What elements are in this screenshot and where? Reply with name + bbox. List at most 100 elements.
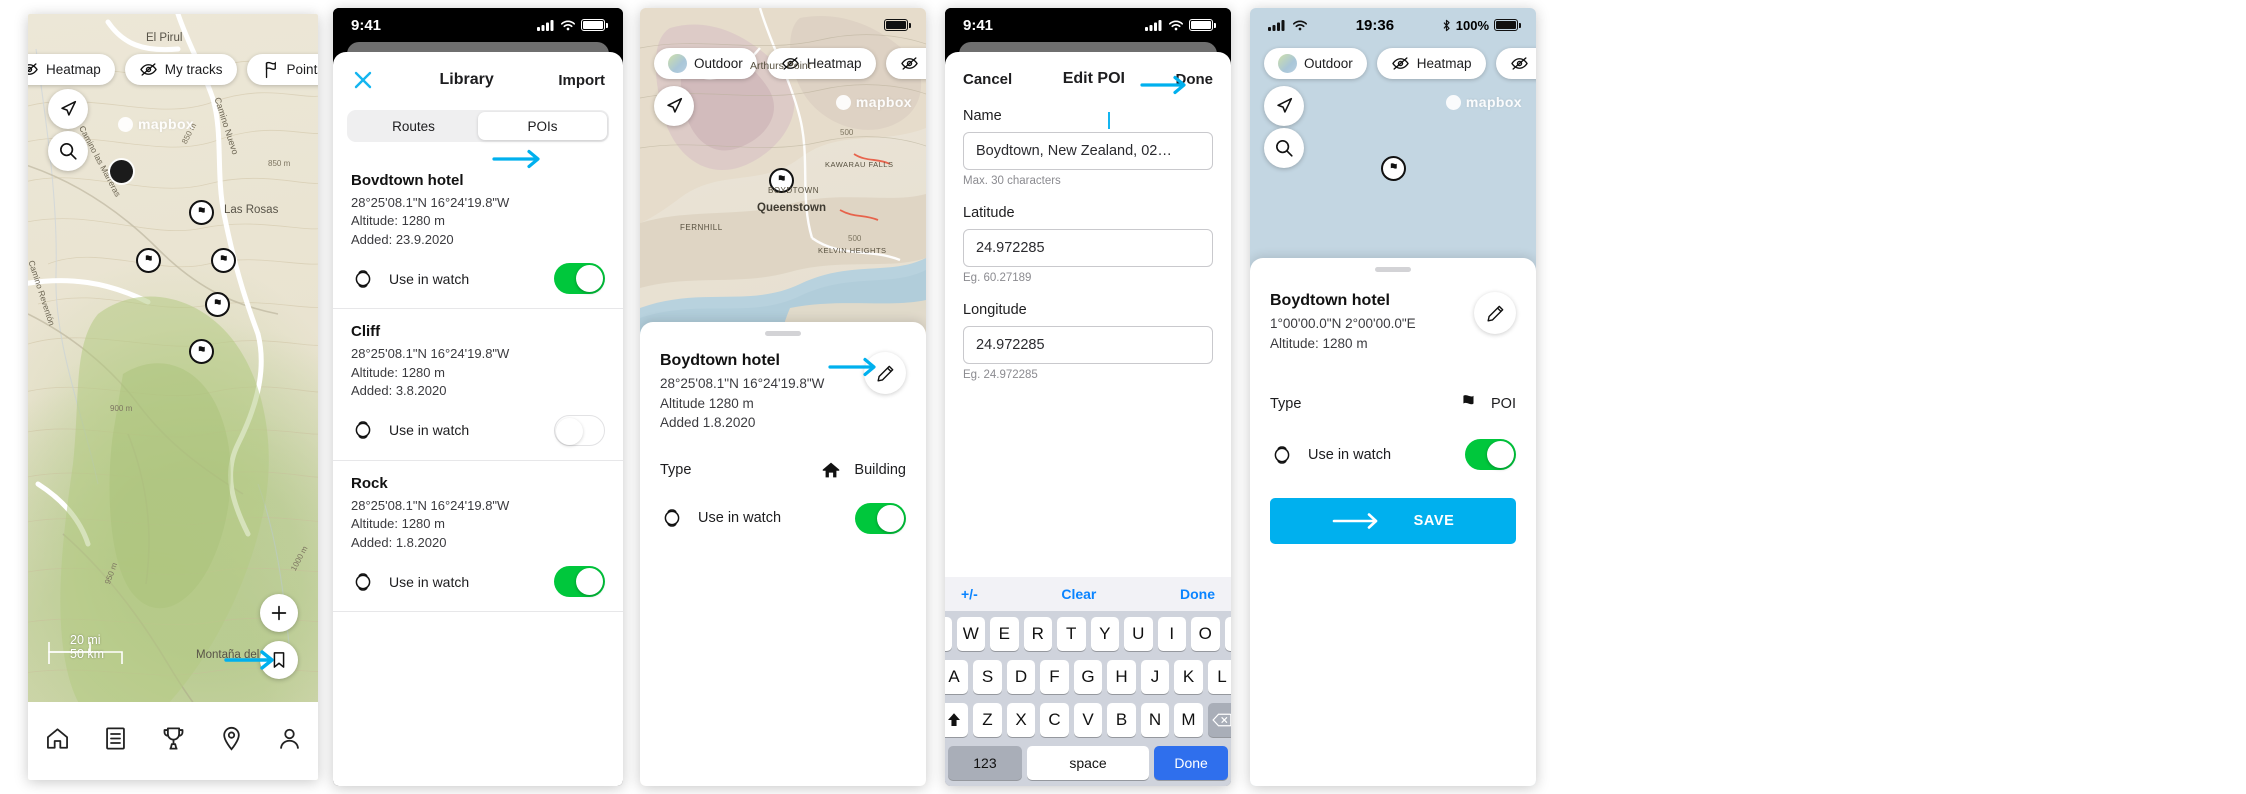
- key-q[interactable]: Q: [945, 617, 952, 651]
- backspace-key[interactable]: [1207, 703, 1231, 737]
- tab-profile[interactable]: [276, 725, 303, 757]
- locate-button-5[interactable]: [1264, 86, 1304, 126]
- locate-button-3[interactable]: [654, 86, 694, 126]
- key-j[interactable]: J: [1140, 660, 1170, 694]
- space-key[interactable]: space: [1026, 746, 1150, 780]
- tab-pois[interactable]: POIs: [478, 112, 607, 140]
- key-i[interactable]: I: [1157, 617, 1186, 651]
- item-watch-toggle[interactable]: [554, 566, 605, 598]
- kb-done-button[interactable]: Done: [1180, 586, 1215, 602]
- pill-outdoor[interactable]: Outdoor: [654, 48, 757, 79]
- signal-icon: [1268, 20, 1285, 31]
- key-f[interactable]: F: [1040, 660, 1069, 694]
- type-label: Type: [660, 461, 692, 478]
- bottom-tabbar: [28, 702, 318, 780]
- pill-points-of-interest[interactable]: Points of interest: [246, 54, 318, 85]
- list-item[interactable]: Cliff 28°25'08.1"N 16°24'19.8"W Altitude…: [333, 308, 623, 459]
- field-hint: Eg. 24.972285: [963, 369, 1038, 381]
- library-navbar: Library Import: [333, 52, 623, 106]
- person-icon: [279, 728, 299, 749]
- flag-filled-icon: [220, 255, 227, 266]
- shift-key[interactable]: [945, 703, 969, 737]
- return-key[interactable]: Done: [1154, 746, 1229, 780]
- field-latitude: Latitude 24.972285 Eg. 60.27189: [945, 205, 1231, 284]
- field-longitude: Longitude 24.972285 Eg. 24.972285: [945, 302, 1231, 381]
- key-a[interactable]: A: [945, 660, 969, 694]
- add-button[interactable]: [260, 594, 298, 632]
- tab-pois-label: POIs: [527, 118, 558, 134]
- key-k[interactable]: K: [1174, 660, 1203, 694]
- tab-trophy[interactable]: [160, 725, 187, 757]
- bookmark-button[interactable]: [260, 641, 298, 679]
- map-label: FERNHILL: [680, 223, 723, 232]
- item-watch-row: Use in watch: [351, 552, 605, 611]
- key-l[interactable]: L: [1207, 660, 1231, 694]
- key-c[interactable]: C: [1040, 703, 1069, 737]
- edit-button[interactable]: [864, 352, 906, 394]
- done-button[interactable]: Done: [1176, 71, 1214, 88]
- longitude-input[interactable]: 24.972285: [963, 326, 1213, 364]
- key-r[interactable]: R: [1023, 617, 1052, 651]
- key-t[interactable]: T: [1057, 617, 1086, 651]
- key-d[interactable]: D: [1006, 660, 1036, 694]
- edit-button[interactable]: [1474, 292, 1516, 334]
- pill-label: Heatmap: [806, 56, 862, 71]
- card-header: Boydtown hotel 28°25'08.1"N 16°24'19.8"W…: [640, 336, 926, 433]
- key-h[interactable]: H: [1107, 660, 1136, 694]
- keyboard-row-4: 123 space Done: [948, 746, 1229, 780]
- key-w[interactable]: W: [956, 617, 985, 651]
- numbers-key[interactable]: 123: [948, 746, 1022, 780]
- key-g[interactable]: G: [1073, 660, 1103, 694]
- locate-button-1[interactable]: [48, 89, 88, 129]
- pill-my-tracks[interactable]: My tracks: [124, 54, 237, 85]
- pill-my-tracks[interactable]: My tracks: [1495, 48, 1536, 79]
- key-p[interactable]: P: [1224, 617, 1231, 651]
- search-button-5[interactable]: [1264, 128, 1304, 168]
- map-label: Las Rosas: [224, 204, 279, 216]
- key-o[interactable]: O: [1191, 617, 1220, 651]
- pill-outdoor[interactable]: Outdoor: [1264, 48, 1367, 79]
- watch-row: Use in watch: [640, 502, 926, 534]
- list-item[interactable]: Bovdtown hotel 28°25'08.1"N 16°24'19.8"W…: [333, 158, 623, 308]
- poi-marker[interactable]: [211, 248, 236, 273]
- key-y[interactable]: Y: [1090, 617, 1119, 651]
- key-s[interactable]: S: [973, 660, 1002, 694]
- item-watch-toggle[interactable]: [554, 263, 605, 295]
- tab-map[interactable]: [218, 725, 245, 757]
- key-m[interactable]: M: [1174, 703, 1203, 737]
- list-item[interactable]: Rock 28°25'08.1"N 16°24'19.8"W Altitude:…: [333, 459, 623, 611]
- close-icon[interactable]: [351, 68, 375, 92]
- key-e[interactable]: E: [990, 617, 1019, 651]
- clear-button[interactable]: Clear: [1061, 586, 1096, 602]
- key-n[interactable]: N: [1140, 703, 1170, 737]
- poi-marker[interactable]: [189, 200, 214, 225]
- poi-marker[interactable]: [205, 292, 230, 317]
- poi-marker-selected[interactable]: [1381, 156, 1406, 181]
- tab-home[interactable]: [44, 725, 71, 757]
- bookmark-icon: [273, 652, 285, 668]
- poi-altitude: Altitude 1280 m: [660, 395, 754, 411]
- map-canvas-1[interactable]: El Pirul Las Rosas Montaña del Filo Cami…: [28, 14, 318, 780]
- key-x[interactable]: X: [1006, 703, 1036, 737]
- watch-toggle[interactable]: [1465, 439, 1516, 471]
- cancel-button[interactable]: Cancel: [963, 71, 1012, 88]
- name-input[interactable]: Boydtown, New Zealand, 02…: [963, 132, 1213, 170]
- key-v[interactable]: V: [1073, 703, 1103, 737]
- item-watch-toggle[interactable]: [554, 414, 605, 446]
- poi-marker[interactable]: [189, 339, 214, 364]
- tab-routes[interactable]: Routes: [349, 112, 478, 140]
- poi-marker[interactable]: [136, 248, 161, 273]
- key-u[interactable]: U: [1124, 617, 1153, 651]
- latitude-input[interactable]: 24.972285: [963, 229, 1213, 267]
- pill-heatmap[interactable]: Heatmap: [28, 54, 115, 85]
- import-button[interactable]: Import: [558, 72, 605, 89]
- save-button[interactable]: SAVE: [1270, 498, 1516, 545]
- watch-toggle[interactable]: [855, 502, 906, 534]
- key-b[interactable]: B: [1107, 703, 1136, 737]
- plus-minus-button[interactable]: +/-: [961, 586, 978, 602]
- key-z[interactable]: Z: [973, 703, 1002, 737]
- search-button-1[interactable]: [48, 131, 88, 171]
- pill-my-tracks[interactable]: My tracks: [885, 48, 926, 79]
- pill-heatmap[interactable]: Heatmap: [1376, 48, 1486, 79]
- tab-list[interactable]: [102, 725, 129, 757]
